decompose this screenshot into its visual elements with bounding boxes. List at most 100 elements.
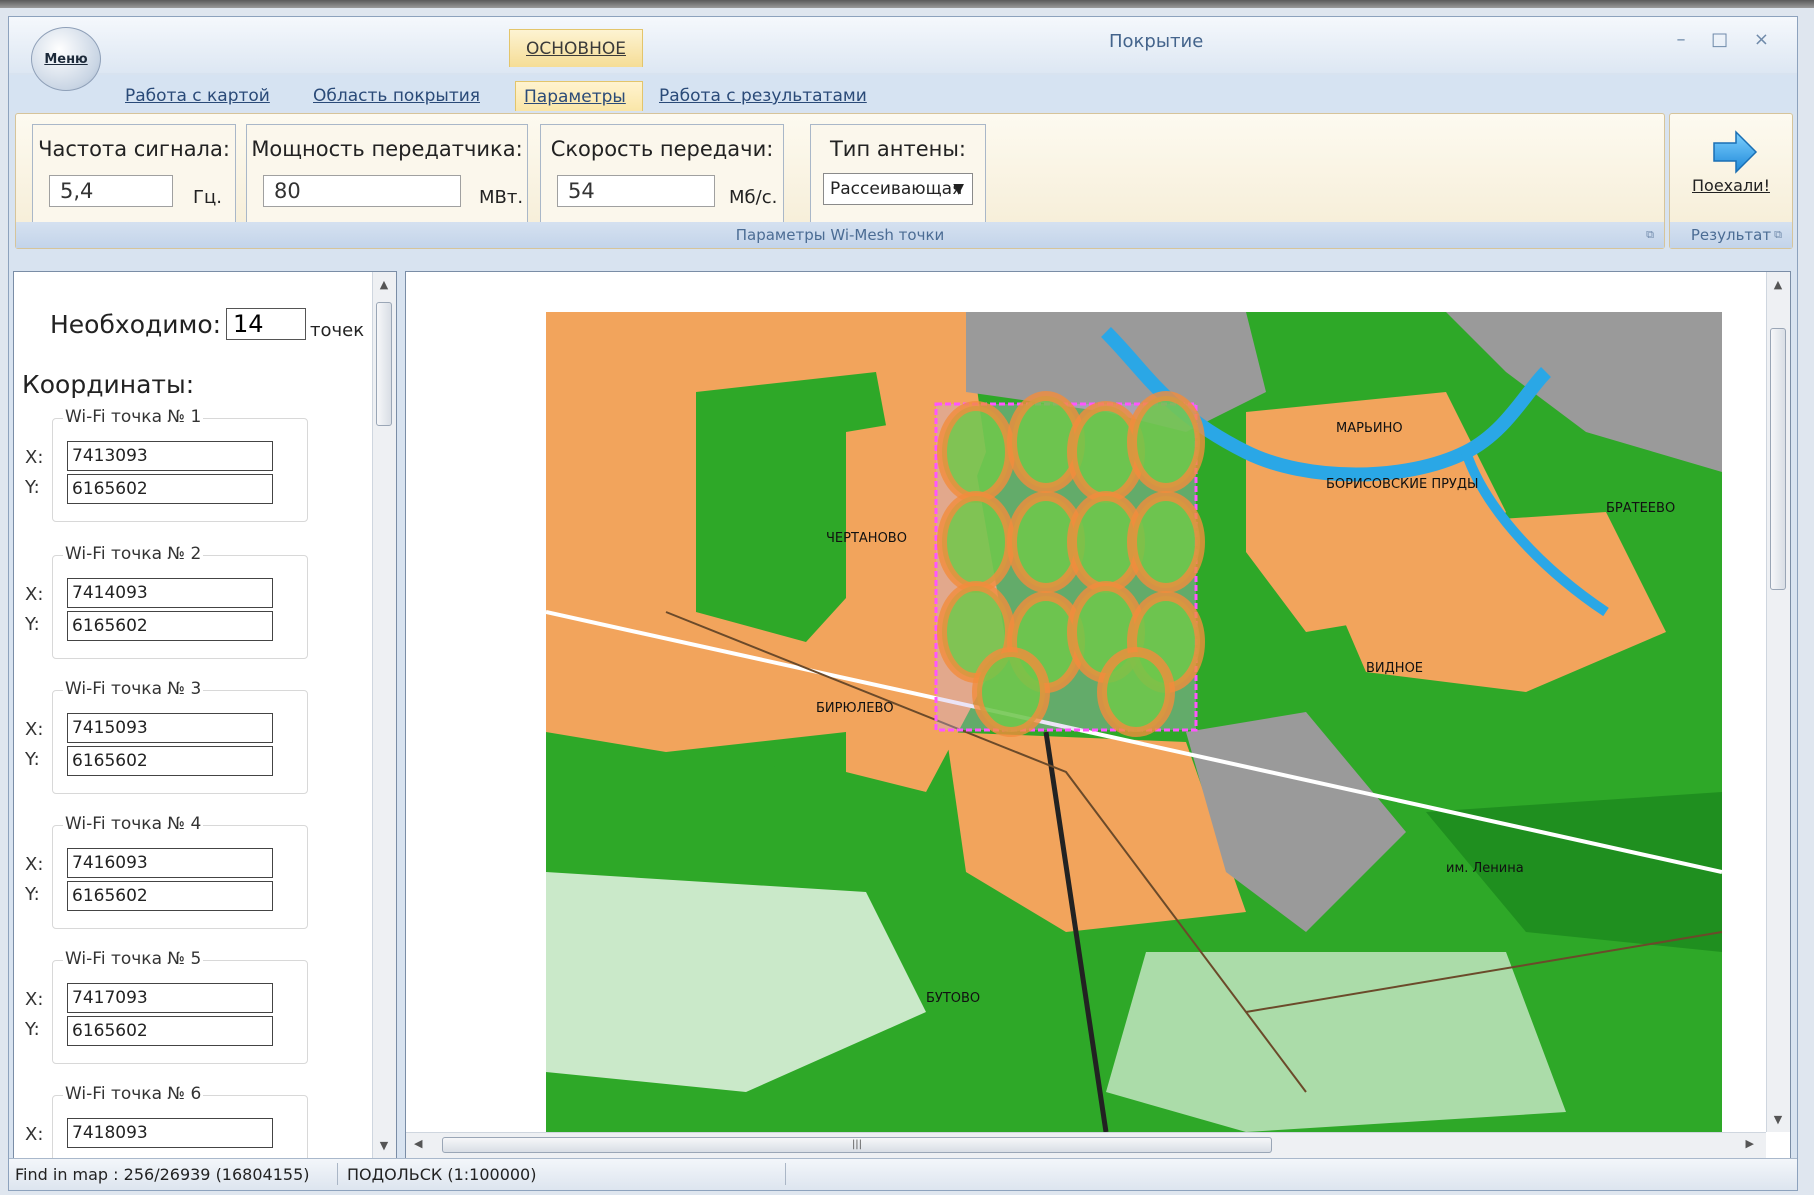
map-label: им. Ленина [1446,861,1524,876]
y-label: Y: [25,749,40,770]
ribbon-tabs: Работа с картой Область покрытия Парамет… [9,75,1797,111]
points-count-input[interactable]: 14 [226,308,306,340]
scroll-left-icon[interactable]: ◀ [414,1137,422,1150]
frequency-label: Частота сигнала: [38,137,230,161]
y-label: Y: [25,614,40,635]
x-label: X: [25,719,44,740]
frequency-input[interactable]: 5,4 [49,175,173,207]
go-button[interactable]: Поехали! [1670,176,1792,195]
context-tab-header[interactable]: ОСНОВНОЕ [509,29,643,67]
tab-map[interactable]: Работа с картой [125,81,270,111]
speed-input[interactable]: 54 [557,175,715,207]
y-label: Y: [25,1019,40,1040]
x-input[interactable]: 7418093 [67,1118,273,1148]
antenna-group: Тип антены: Рассеивающая ▼ [810,124,986,224]
scroll-right-icon[interactable]: ▶ [1746,1137,1754,1150]
wifi-point-title: Wi-Fi точка № 2 [63,544,204,564]
x-label: X: [25,989,44,1010]
wifi-point-group: Wi-Fi точка № 6 X: 7418093 [25,1084,308,1158]
scroll-down-icon[interactable]: ▼ [373,1139,395,1152]
x-input[interactable]: 7417093 [67,983,273,1013]
screen-top-band [0,0,1814,8]
map-view[interactable]: ЧЕРТАНОВО БИРЮЛЕВО МАРЬИНО БРАТЕЕВО БОРИ… [405,271,1791,1159]
scroll-thumb[interactable]: ||| [442,1137,1272,1153]
scroll-thumb[interactable] [1770,328,1786,590]
chevron-down-icon: ▼ [953,181,964,197]
x-input[interactable]: 7414093 [67,578,273,608]
status-map-name: ПОДОЛЬСК (1:100000) [347,1165,537,1184]
frequency-unit: Гц. [193,187,222,208]
x-label: X: [25,1124,44,1145]
map-label: ВИДНОЕ [1366,661,1423,676]
x-input[interactable]: 7415093 [67,713,273,743]
wifi-point-title: Wi-Fi точка № 4 [63,814,204,834]
speed-label: Скорость передачи: [550,137,774,161]
power-input[interactable]: 80 [263,175,461,207]
status-find: Find in map : 256/26939 (16804155) [15,1165,310,1184]
antenna-select-value: Рассеивающая [830,179,963,199]
x-input[interactable]: 7413093 [67,441,273,471]
x-label: X: [25,854,44,875]
tab-coverage-area[interactable]: Область покрытия [313,81,480,111]
need-label: Необходимо: [50,310,222,339]
points-panel: Необходимо: 14 точек Координаты: Wi-Fi т… [13,271,397,1159]
map-image[interactable]: ЧЕРТАНОВО БИРЮЛЕВО МАРЬИНО БРАТЕЕВО БОРИ… [546,312,1722,1132]
dialog-launcher-icon[interactable]: ⧉ [1774,228,1782,242]
antenna-label: Тип антены: [829,137,967,161]
map-label: БРАТЕЕВО [1606,501,1675,516]
power-group: Мощность передатчика: 80 МВт. [246,124,528,224]
y-input[interactable]: 6165602 [67,474,273,504]
status-separator [785,1163,786,1185]
status-bar: Find in map : 256/26939 (16804155) ПОДОЛ… [9,1158,1797,1190]
map-label: БИРЮЛЕВО [816,701,894,716]
menu-button[interactable]: Меню [31,27,101,91]
y-label: Y: [25,884,40,905]
ribbon-group-result: Поехали! Результат ⧉ [1669,113,1793,249]
x-input[interactable]: 7416093 [67,848,273,878]
map-label: МАРЬИНО [1336,421,1403,436]
app-window: ОСНОВНОЕ Покрытие – □ × Меню Работа с ка… [8,16,1798,1191]
antenna-select[interactable]: Рассеивающая ▼ [823,173,973,205]
title-bar: ОСНОВНОЕ Покрытие – □ × [9,17,1797,73]
y-input[interactable]: 6165602 [67,1016,273,1046]
points-scrollbar[interactable]: ▲ ▼ [372,272,396,1158]
y-input[interactable]: 6165602 [67,746,273,776]
y-input[interactable]: 6165602 [67,611,273,641]
wifi-point-group: Wi-Fi точка № 1 X: 7413093 Y: 6165602 [25,407,308,522]
tab-results[interactable]: Работа с результатами [659,81,867,111]
tab-parameters[interactable]: Параметры [515,81,643,111]
status-separator [337,1163,338,1185]
wifi-point-title: Wi-Fi точка № 1 [63,407,204,427]
power-label: Мощность передатчика: [251,137,523,161]
dialog-launcher-icon[interactable]: ⧉ [1646,228,1654,242]
scroll-up-icon[interactable]: ▲ [373,278,395,291]
y-label: Y: [25,477,40,498]
map-horizontal-scrollbar[interactable]: ◀ ||| ▶ [406,1132,1766,1158]
x-label: X: [25,447,44,468]
map-label: БОРИСОВСКИЕ ПРУДЫ [1326,477,1478,492]
wifi-point-group: Wi-Fi точка № 5 X: 7417093 Y: 6165602 [25,949,308,1064]
group-caption: Параметры Wi-Mesh точки ⧉ [16,222,1664,248]
window-title: Покрытие [1109,31,1204,52]
scroll-up-icon[interactable]: ▲ [1767,278,1789,291]
wifi-point-title: Wi-Fi точка № 3 [63,679,204,699]
arrow-right-icon[interactable] [1712,130,1758,178]
speed-group: Скорость передачи: 54 Мб/с. [540,124,784,224]
map-label: БУТОВО [926,991,980,1006]
x-label: X: [25,584,44,605]
speed-unit: Мб/с. [729,187,778,208]
y-input[interactable]: 6165602 [67,881,273,911]
coordinates-label: Координаты: [22,370,195,399]
wifi-point-group: Wi-Fi точка № 2 X: 7414093 Y: 6165602 [25,544,308,659]
map-vertical-scrollbar[interactable]: ▲ ▼ [1766,272,1790,1132]
frequency-group: Частота сигнала: 5,4 Гц. [32,124,236,224]
wifi-point-group: Wi-Fi точка № 4 X: 7416093 Y: 6165602 [25,814,308,929]
window-controls[interactable]: – □ × [1676,29,1779,50]
map-label: ЧЕРТАНОВО [826,531,907,546]
scroll-down-icon[interactable]: ▼ [1767,1113,1789,1126]
scroll-thumb[interactable] [376,302,392,426]
wifi-point-group: Wi-Fi точка № 3 X: 7415093 Y: 6165602 [25,679,308,794]
ribbon-group-parameters: Частота сигнала: 5,4 Гц. Мощность переда… [15,113,1665,249]
power-unit: МВт. [479,187,524,208]
wifi-point-title: Wi-Fi точка № 6 [63,1084,204,1104]
